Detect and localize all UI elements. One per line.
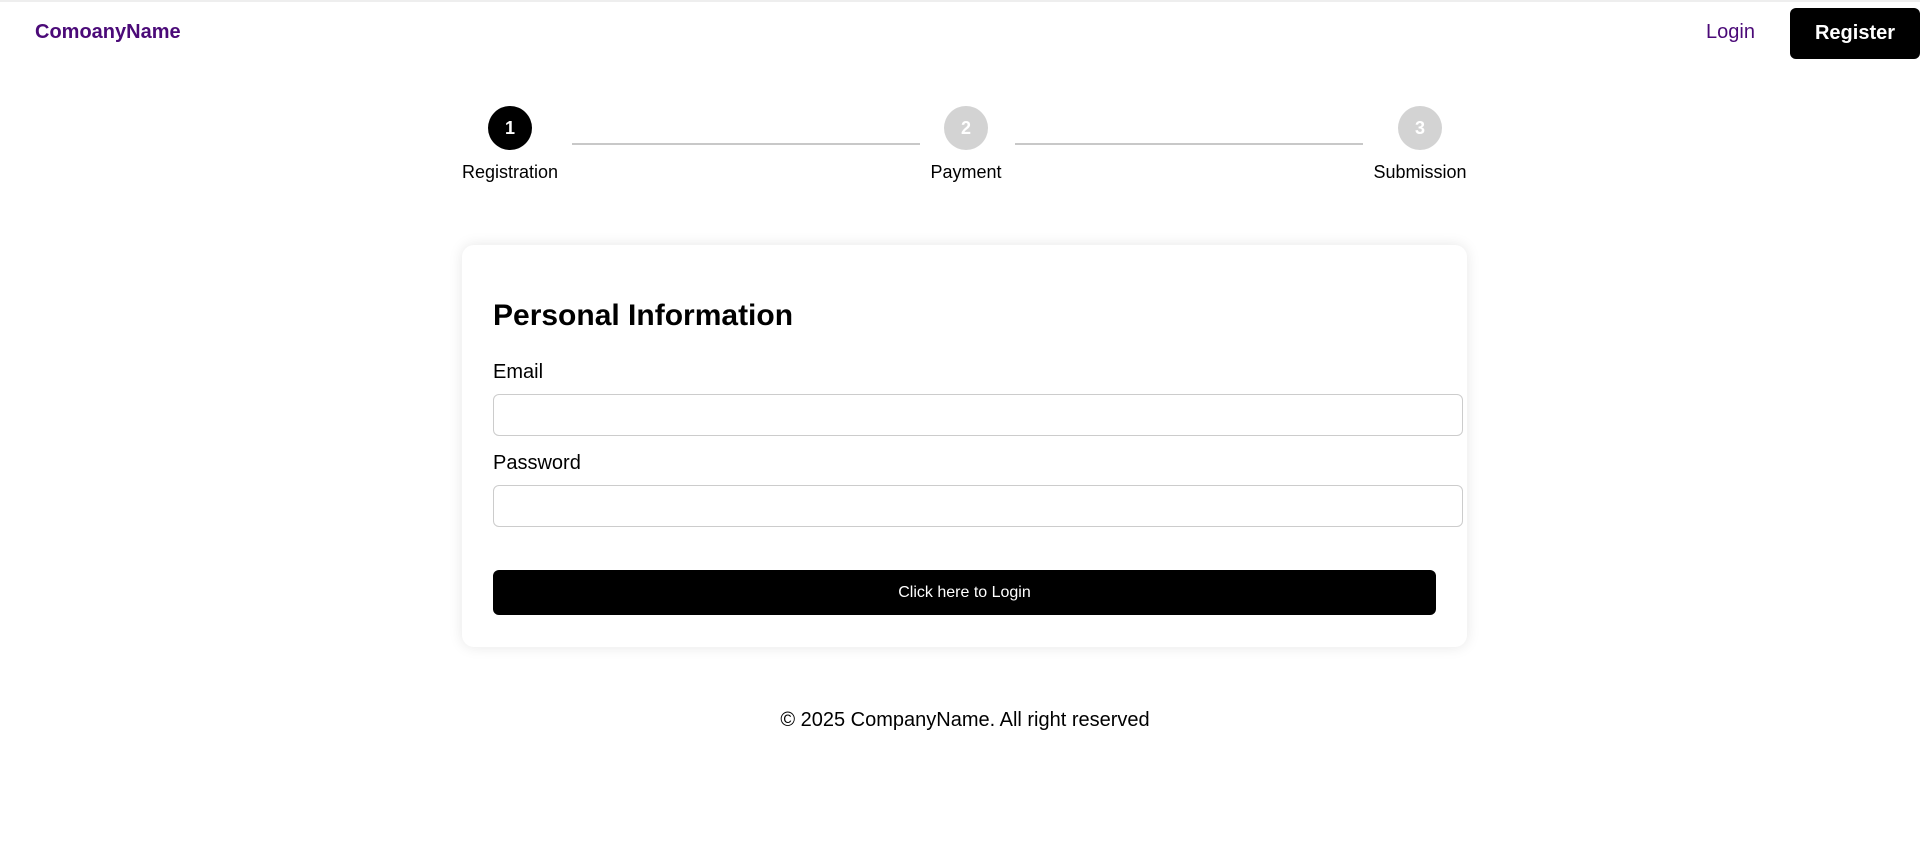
step-number-badge: 1 bbox=[488, 106, 532, 150]
step-payment: 2 Payment bbox=[906, 106, 1026, 183]
brand-logo-link[interactable]: ComoanyName bbox=[35, 21, 181, 44]
step-number-badge: 3 bbox=[1398, 106, 1442, 150]
top-navbar: ComoanyName Login Register bbox=[0, 0, 1920, 62]
email-label: Email bbox=[493, 361, 544, 383]
stepper-connector bbox=[572, 143, 920, 145]
password-field[interactable] bbox=[493, 485, 1463, 527]
stepper-connector bbox=[1015, 143, 1363, 145]
step-label: Payment bbox=[930, 162, 1002, 182]
login-link[interactable]: Login bbox=[1706, 21, 1755, 44]
register-button[interactable]: Register bbox=[1790, 8, 1920, 59]
footer-copyright: © 2025 CompanyName. All right reserved bbox=[780, 709, 1150, 731]
form-title: Personal Information bbox=[493, 299, 794, 332]
step-submission: 3 Submission bbox=[1360, 106, 1480, 183]
login-submit-button[interactable]: Click here to Login bbox=[493, 570, 1436, 615]
step-registration: 1 Registration bbox=[450, 106, 570, 183]
password-label: Password bbox=[493, 452, 581, 474]
step-number-badge: 2 bbox=[944, 106, 988, 150]
step-label: Registration bbox=[461, 162, 559, 182]
progress-stepper: 1 Registration 2 Payment 3 Submission bbox=[462, 106, 1467, 186]
personal-information-card: Personal Information Email Password Clic… bbox=[462, 245, 1467, 647]
step-label: Submission bbox=[1373, 162, 1467, 182]
email-field[interactable] bbox=[493, 394, 1463, 436]
